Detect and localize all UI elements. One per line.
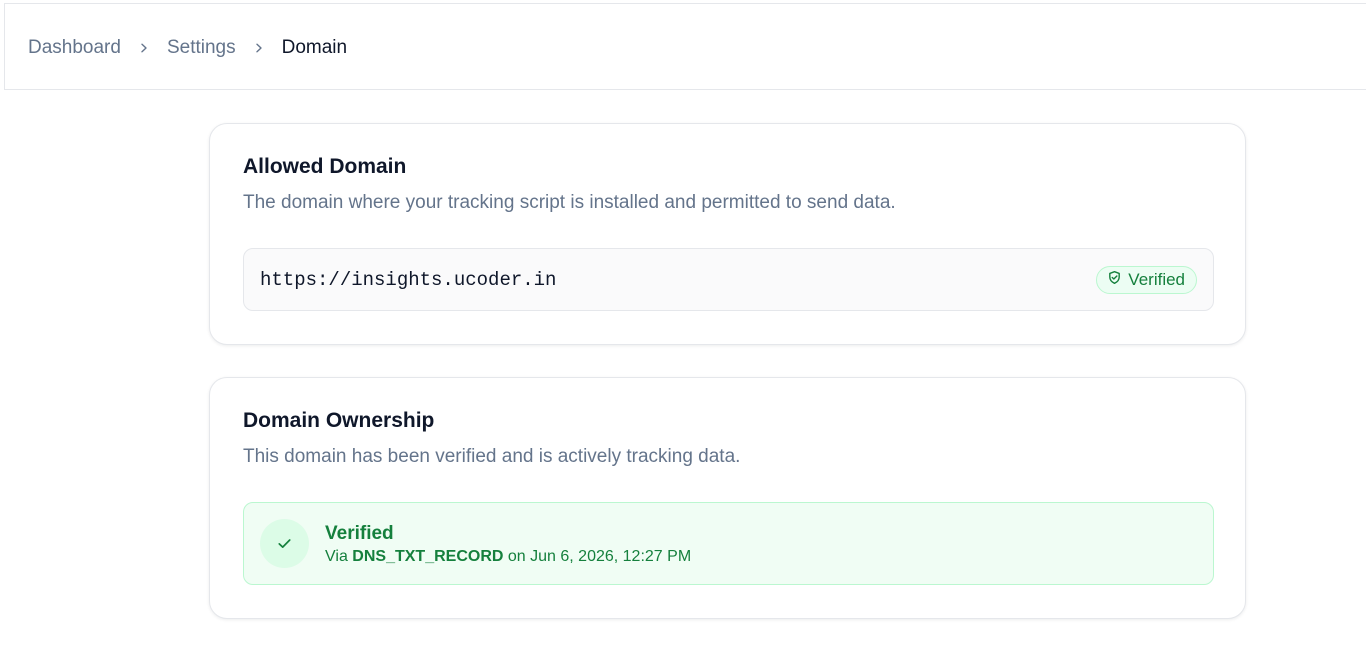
allowed-domain-description: The domain where your tracking script is… — [243, 192, 896, 213]
ownership-verification-status: Verified Via DNS_TXT_RECORD on Jun 6, 20… — [243, 502, 1214, 585]
verification-status-title: Verified — [325, 523, 394, 544]
verification-method-detail: Via DNS_TXT_RECORD on Jun 6, 2026, 12:27… — [325, 546, 691, 568]
chevron-right-icon — [121, 36, 167, 60]
allowed-domain-title: Allowed Domain — [243, 155, 407, 178]
domain-verified-badge: Verified — [1096, 266, 1197, 294]
check-icon — [260, 519, 309, 568]
breadcrumb: Dashboard Settings Domain — [28, 36, 347, 60]
verification-on-label: on — [507, 548, 526, 565]
domain-ownership-description: This domain has been verified and is act… — [243, 446, 741, 467]
allowed-domain-card: Allowed Domain The domain where your tra… — [209, 123, 1246, 345]
verification-timestamp: Jun 6, 2026, 12:27 PM — [530, 548, 692, 565]
breadcrumb-dashboard-link[interactable]: Dashboard — [28, 36, 121, 60]
shield-check-icon — [1107, 270, 1122, 290]
domain-verified-badge-label: Verified — [1128, 270, 1185, 289]
breadcrumb-settings-link[interactable]: Settings — [167, 36, 236, 60]
allowed-domain-field: https://insights.ucoder.in Verified — [243, 248, 1214, 311]
breadcrumb-current-domain: Domain — [281, 37, 348, 58]
top-bar: Dashboard Settings Domain — [4, 3, 1366, 90]
verification-via-label: Via — [325, 548, 348, 565]
domain-settings-page: Dashboard Settings Domain Allowed Domain… — [0, 0, 1366, 665]
domain-ownership-title: Domain Ownership — [243, 409, 435, 432]
verification-method: DNS_TXT_RECORD — [352, 548, 504, 565]
chevron-right-icon — [236, 36, 282, 60]
allowed-domain-url: https://insights.ucoder.in — [260, 269, 557, 291]
domain-ownership-card: Domain Ownership This domain has been ve… — [209, 377, 1246, 619]
